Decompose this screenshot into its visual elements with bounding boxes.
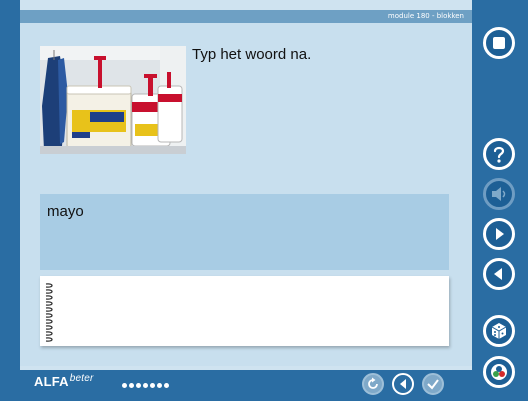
brand-logo: ALFAbeter xyxy=(34,373,94,389)
stop-icon xyxy=(493,37,505,49)
progress-dot xyxy=(150,383,155,388)
check-icon xyxy=(427,379,439,390)
word-box: mayo xyxy=(40,194,449,270)
progress-dot xyxy=(143,383,148,388)
check-button[interactable] xyxy=(422,373,444,395)
side-panel xyxy=(472,0,528,398)
progress-dots xyxy=(122,383,171,389)
progress-dot xyxy=(164,383,169,388)
palette-button[interactable] xyxy=(483,356,515,388)
stop-button[interactable] xyxy=(483,27,515,59)
next-icon xyxy=(496,228,504,240)
dice-icon xyxy=(491,323,507,339)
speaker-button[interactable] xyxy=(483,178,515,210)
play-icon xyxy=(400,379,406,389)
bottom-bar: ALFAbeter xyxy=(20,370,472,398)
progress-dot xyxy=(157,383,162,388)
play-button[interactable] xyxy=(392,373,414,395)
help-button[interactable] xyxy=(483,138,515,170)
answer-notepad[interactable] xyxy=(40,276,449,346)
module-bar: module 180 - blokken xyxy=(20,10,472,23)
previous-icon xyxy=(494,268,502,280)
answer-input[interactable] xyxy=(62,280,446,344)
palette-icon xyxy=(491,364,507,380)
spiral-binding-icon xyxy=(45,283,53,342)
speaker-icon xyxy=(492,187,506,201)
target-word: mayo xyxy=(47,203,84,220)
module-label: module 180 - blokken xyxy=(387,12,464,20)
paint-buckets-photo-icon xyxy=(40,46,186,154)
dice-button[interactable] xyxy=(483,315,515,347)
left-stripe xyxy=(0,0,20,398)
progress-dot xyxy=(122,383,127,388)
replay-button[interactable] xyxy=(362,373,384,395)
progress-dot xyxy=(129,383,134,388)
help-icon xyxy=(493,146,505,163)
next-button[interactable] xyxy=(483,218,515,250)
progress-dot xyxy=(136,383,141,388)
brand-sup: beter xyxy=(69,373,94,384)
replay-icon xyxy=(368,377,378,389)
previous-button[interactable] xyxy=(483,258,515,290)
brand-main: ALFA xyxy=(34,374,69,389)
instruction-text: Typ het woord na. xyxy=(192,46,312,63)
exercise-photo xyxy=(40,46,186,154)
